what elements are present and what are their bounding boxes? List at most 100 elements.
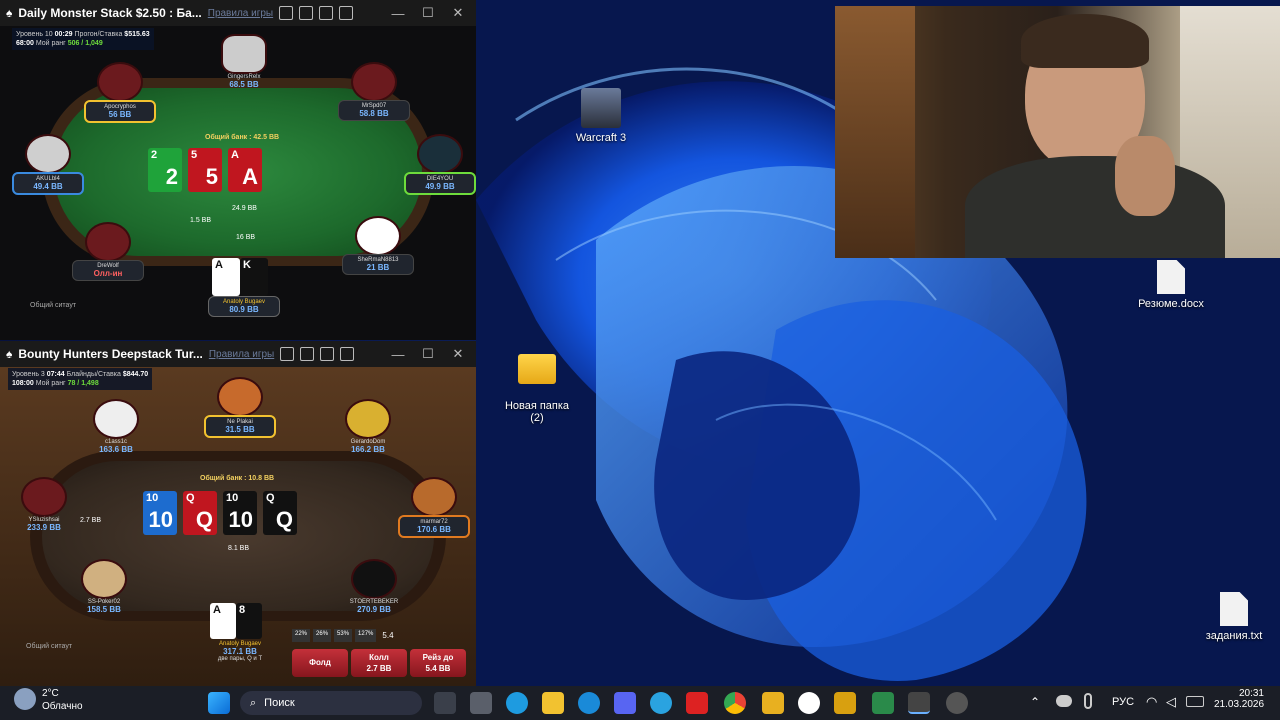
poker-logo-icon: ♠ xyxy=(6,347,13,361)
desktop-icon-new-folder[interactable]: Новая папка (2) xyxy=(492,342,582,436)
app-icon[interactable] xyxy=(470,692,492,714)
note-icon[interactable] xyxy=(300,347,315,361)
bet-preset-button[interactable]: 127% xyxy=(355,629,377,642)
player-seat[interactable]: MrSpd07 58.8 BB xyxy=(338,62,410,121)
discord-icon[interactable] xyxy=(614,692,636,714)
layout-icon[interactable] xyxy=(320,347,335,361)
settings-icon[interactable] xyxy=(279,6,294,20)
weather-desc[interactable]: Облачно xyxy=(42,701,83,712)
app-icon[interactable] xyxy=(872,692,894,714)
telegram-icon[interactable] xyxy=(650,692,672,714)
call-button[interactable]: Колл 2.7 BB xyxy=(351,649,407,677)
desktop-icon-label: Warcraft 3 xyxy=(575,132,627,144)
bet-amount-input[interactable]: 5.4 xyxy=(379,629,396,642)
maximize-button[interactable]: ☐ xyxy=(416,346,440,362)
player-seat[interactable]: SS-Poker02 158.5 BB xyxy=(68,559,140,614)
note-icon[interactable] xyxy=(299,6,314,20)
player-seat[interactable]: DIE4YOU 49.9 BB xyxy=(404,134,476,195)
bet-preset-button[interactable]: 53% xyxy=(334,629,353,642)
window-title: Daily Monster Stack $2.50 : Ба... xyxy=(18,6,202,20)
sitout-label[interactable]: Общий ситаут xyxy=(26,643,72,650)
webcam-overlay xyxy=(835,6,1280,258)
desktop-icon-resume[interactable]: Резюме.docx xyxy=(1126,260,1216,310)
app-icon[interactable] xyxy=(686,692,708,714)
app-icon[interactable] xyxy=(762,692,784,714)
player-seat[interactable]: Apocryphos 56 BB xyxy=(84,62,156,123)
rules-link[interactable]: Правила игры xyxy=(209,349,274,360)
board-card: AA xyxy=(228,148,262,192)
layout-icon[interactable] xyxy=(319,6,334,20)
hero-seat: Anatoly Bugaev 317.1 BB две пары, Q и T xyxy=(217,641,263,662)
cloud-icon[interactable] xyxy=(1056,695,1072,707)
player-seat[interactable]: SheRmaN8813 21 BB xyxy=(342,216,414,275)
search-box[interactable]: ⌕ Поиск xyxy=(240,691,422,715)
player-seat[interactable]: DreWolf Олл-ин xyxy=(72,222,144,281)
start-icon[interactable] xyxy=(208,692,230,714)
bet-amount: 1.5 BB xyxy=(190,217,212,224)
board-card: 10 10 xyxy=(223,491,257,535)
close-button[interactable]: ✕ xyxy=(446,346,470,362)
hand xyxy=(1115,136,1175,216)
hero-card: K xyxy=(240,258,268,296)
board-card: 22 xyxy=(148,148,182,192)
player-seat[interactable]: AKULbl4 49.4 BB xyxy=(12,134,84,195)
player-seat[interactable]: GingersRelx 68.5 BB xyxy=(208,34,280,89)
yandex-icon[interactable] xyxy=(798,692,820,714)
maximize-button[interactable]: ☐ xyxy=(416,5,440,21)
edge-icon[interactable] xyxy=(506,692,528,714)
document-icon xyxy=(1157,260,1185,294)
chevron-up-icon[interactable]: ⌃ xyxy=(1030,695,1040,709)
chat-toggle-icon[interactable] xyxy=(339,6,354,20)
battery-icon[interactable] xyxy=(1186,696,1204,707)
microphone-icon[interactable] xyxy=(1084,693,1092,709)
warcraft-icon xyxy=(581,88,621,128)
search-icon: ⌕ xyxy=(250,696,257,709)
desktop-icon-warcraft[interactable]: Warcraft 3 xyxy=(556,88,646,144)
minimize-button[interactable]: — xyxy=(386,6,410,21)
player-seat[interactable]: GerardoDom 166.2 BB xyxy=(332,399,404,454)
app-icon[interactable] xyxy=(946,692,968,714)
board-card: 10 10 xyxy=(143,491,177,535)
task-view-icon[interactable] xyxy=(434,692,456,714)
poker-window-1[interactable]: ♠ Daily Monster Stack $2.50 : Ба... Прав… xyxy=(0,0,476,340)
bet-presets: 22% 26% 53% 127% 5.4 xyxy=(292,629,397,642)
window-titlebar[interactable]: ♠ Daily Monster Stack $2.50 : Ба... Прав… xyxy=(0,0,476,26)
player-seat[interactable]: YSluzishsai 233.9 BB xyxy=(8,477,80,532)
player-seat[interactable]: c1ass1c 163.6 BB xyxy=(80,399,152,454)
weather-temp[interactable]: 2°C xyxy=(42,688,59,699)
sitout-label[interactable]: Общий ситаут xyxy=(30,302,76,309)
app-icon[interactable] xyxy=(834,692,856,714)
chrome-icon[interactable] xyxy=(724,692,746,714)
poker-window-2[interactable]: ♠ Bounty Hunters Deepstack Tur... Правил… xyxy=(0,341,476,686)
poker-client-icon[interactable] xyxy=(908,692,930,714)
hero-card: A xyxy=(210,603,236,639)
chat-toggle-icon[interactable] xyxy=(340,347,355,361)
explorer-icon[interactable] xyxy=(542,692,564,714)
raise-button[interactable]: Рейз до 5.4 BB xyxy=(410,649,466,677)
window-titlebar[interactable]: ♠ Bounty Hunters Deepstack Tur... Правил… xyxy=(0,341,476,367)
bet-preset-button[interactable]: 22% xyxy=(292,629,311,642)
player-seat[interactable]: marmar72 170.6 BB xyxy=(398,477,470,538)
desktop-icon-tasks[interactable]: задания.txt xyxy=(1189,592,1279,642)
search-placeholder: Поиск xyxy=(264,697,295,709)
bet-amount: 8.1 BB xyxy=(228,545,250,552)
fold-button[interactable]: Фолд xyxy=(292,649,348,677)
volume-icon[interactable]: ◁ xyxy=(1166,694,1176,710)
rules-link[interactable]: Правила игры xyxy=(208,8,273,19)
hair xyxy=(1021,14,1149,68)
board-card: 55 xyxy=(188,148,222,192)
bet-amount: 2.7 BB xyxy=(80,517,102,524)
app-icon[interactable] xyxy=(578,692,600,714)
bet-preset-button[interactable]: 26% xyxy=(313,629,332,642)
settings-icon[interactable] xyxy=(280,347,295,361)
player-seat[interactable]: Ne Plakai 31.5 BB xyxy=(204,377,276,438)
language-indicator[interactable]: РУС xyxy=(1112,696,1134,708)
player-seat[interactable]: STOERTEBEKER 270.9 BB xyxy=(338,559,410,614)
hero-card: A xyxy=(212,258,240,296)
minimize-button[interactable]: — xyxy=(386,347,410,362)
window-title: Bounty Hunters Deepstack Tur... xyxy=(18,347,203,361)
door-frame xyxy=(835,6,915,258)
close-button[interactable]: ✕ xyxy=(446,5,470,21)
clock[interactable]: 20:31 21.03.2026 xyxy=(1214,688,1264,710)
wifi-icon[interactable]: ◠ xyxy=(1146,694,1157,710)
